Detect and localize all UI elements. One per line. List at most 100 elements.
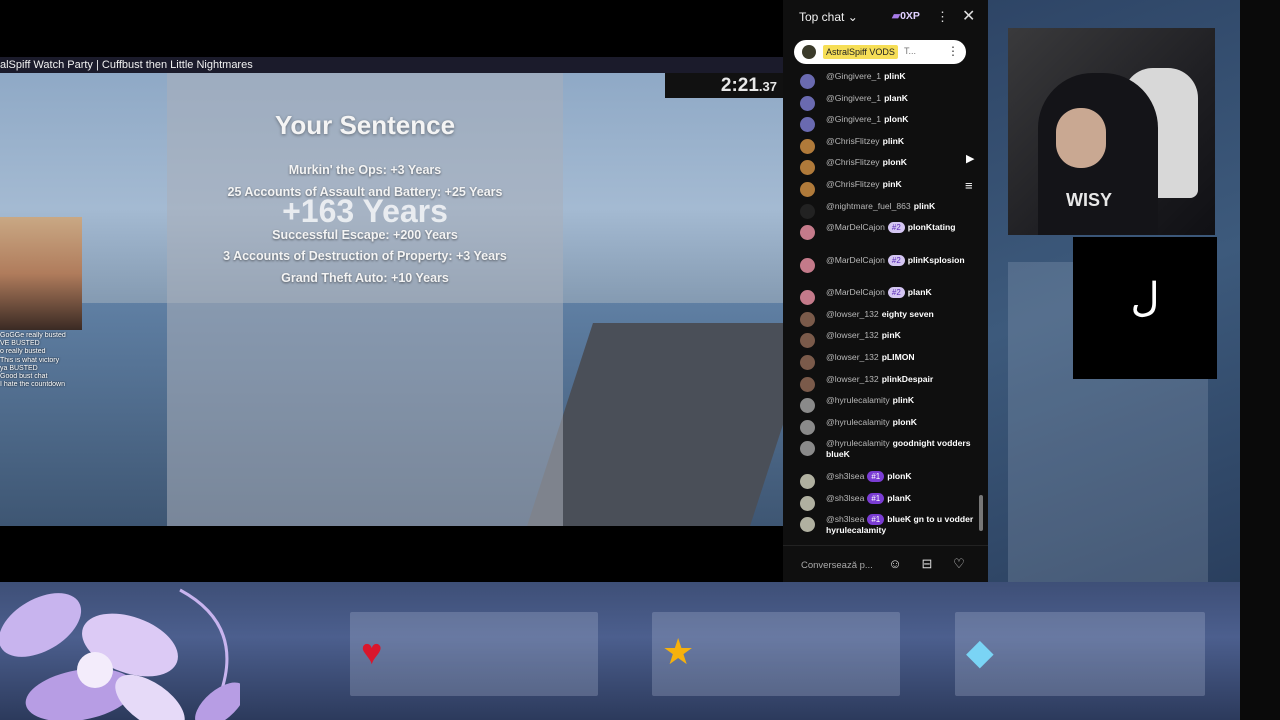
chat-author[interactable]: @lowser_132: [826, 330, 879, 340]
chat-author[interactable]: @hyrulecalamity: [826, 438, 890, 448]
rank-badge: #2: [887, 287, 905, 299]
chat-author[interactable]: @MarDelCajon: [826, 255, 885, 265]
chat-author[interactable]: @hyrulecalamity: [826, 417, 890, 427]
chat-message-text: @ChrisFlitzey plinK: [826, 136, 974, 147]
chat-body: plinkDespair: [881, 373, 934, 384]
chat-scrollbar[interactable]: [979, 495, 983, 531]
chat-body: plinKsplosion: [907, 254, 965, 265]
chat-body: planK: [884, 92, 908, 103]
avatar[interactable]: [800, 517, 815, 533]
chat-author[interactable]: @lowser_132: [826, 352, 879, 362]
emoji-icon[interactable]: ☺: [886, 555, 904, 573]
glyph-box: ل: [1073, 237, 1217, 379]
avatar[interactable]: [800, 182, 815, 197]
avatar[interactable]: [800, 203, 815, 219]
chat-input-area: ☺ ⊟ ♡: [783, 545, 988, 583]
chat-author[interactable]: @sh3lsea: [826, 514, 864, 524]
super-chat-icon[interactable]: ⊟: [918, 555, 936, 573]
chat-message-text: @ChrisFlitzey plonK: [826, 157, 974, 168]
chat-body: plonKtating: [907, 222, 956, 233]
avatar[interactable]: [800, 117, 815, 133]
chat-author[interactable]: @MarDelCajon: [826, 287, 885, 297]
chat-author[interactable]: @ChrisFlitzey: [826, 136, 880, 146]
chat-message-text: @Gingivere_1 plinK: [826, 71, 974, 82]
avatar[interactable]: [800, 419, 815, 435]
shirt-logo: WISY: [1066, 190, 1113, 210]
avatar[interactable]: [800, 311, 815, 327]
chat-message-text: @Gingivere_1 plonK: [826, 114, 974, 125]
chat-author[interactable]: @sh3lsea: [826, 493, 864, 503]
chat-message-text: @lowser_132 eighty seven: [826, 309, 974, 320]
chat-author[interactable]: @ChrisFlitzey: [826, 179, 880, 189]
overlay-chat-line: VE BUSTED: [0, 340, 40, 348]
avatar[interactable]: [800, 290, 815, 306]
avatar[interactable]: [800, 95, 815, 111]
overlay-chat-line: I hate the countdown: [0, 381, 65, 389]
sentence-line: Grand Theft Auto: +10 Years: [281, 270, 449, 285]
star-icon: ★: [662, 631, 695, 672]
chat-message-text: @sh3lsea #1 plonK: [826, 470, 974, 482]
chat-mode-label: Top chat: [799, 10, 845, 24]
avatar[interactable]: [800, 495, 815, 511]
sentence-line: Murkin' the Ops: +3 Years: [288, 163, 442, 177]
avatar[interactable]: [800, 138, 815, 154]
chat-author[interactable]: @hyrulecalamity: [826, 395, 890, 405]
chat-author[interactable]: @MarDelCajon: [826, 222, 885, 232]
chat-message-text: @nightmare_fuel_863 plinK: [826, 201, 974, 212]
chat-body: plonK: [882, 157, 907, 168]
timer-main: 2:21: [720, 75, 759, 96]
avatar[interactable]: [800, 355, 815, 370]
chat-message-text: @lowser_132 plinkDespair: [826, 374, 974, 385]
rank-badge: #1: [867, 514, 885, 526]
chat-author[interactable]: @Gingivere_1: [826, 114, 881, 124]
chat-body: eighty seven: [881, 308, 934, 319]
xp-badge[interactable]: ▰0XP: [892, 10, 920, 22]
chevron-down-icon: ⌄: [847, 10, 858, 24]
avatar[interactable]: [800, 398, 815, 414]
xp-value: 0XP: [900, 10, 920, 22]
close-icon[interactable]: ✕: [962, 6, 975, 26]
avatar[interactable]: [800, 441, 815, 457]
glyph-text: ل: [1130, 275, 1160, 321]
pinned-message[interactable]: AstralSpiff VODS T... ⋮: [794, 40, 966, 64]
chat-body: planK: [887, 492, 912, 503]
avatar[interactable]: [800, 160, 815, 176]
chat-author[interactable]: @Gingivere_1: [826, 71, 881, 81]
more-vert-icon[interactable]: ⋮: [947, 44, 959, 58]
chat-message-text: @ChrisFlitzey pinK: [826, 179, 974, 190]
chat-body: plonK: [892, 416, 917, 427]
chat-author[interactable]: @lowser_132: [826, 309, 879, 319]
sentence-title: Your Sentence: [274, 110, 456, 140]
sentence-line: 3 Accounts of Destruction of Property: +…: [223, 249, 507, 264]
avatar[interactable]: [800, 225, 815, 241]
flower-decoration: [0, 588, 240, 720]
chat-message-text: @lowser_132 pinK: [826, 330, 974, 341]
chat-mode-selector[interactable]: Top chat ⌄: [799, 10, 858, 24]
overlay-chat-line: This is what victory: [0, 356, 60, 364]
chat-body: plinK: [882, 135, 905, 146]
speedrun-timer: 2:21.37: [665, 73, 783, 98]
chat-author[interactable]: @ChrisFlitzey: [826, 157, 880, 167]
chat-author[interactable]: @lowser_132: [826, 374, 879, 384]
chat-message-text: @sh3lsea #1 blueK gn to u vodder hyrulecal…: [826, 514, 974, 536]
chat-author[interactable]: @Gingivere_1: [826, 93, 881, 103]
menu-icon[interactable]: ≡: [965, 178, 973, 193]
heart-icon: ♥: [361, 631, 383, 672]
stream-title: alSpiff Watch Party | Cuffbust then Litt…: [0, 57, 783, 73]
overlay-chat-line: GoGGe really busted: [0, 332, 66, 339]
avatar[interactable]: [800, 376, 815, 392]
chat-input[interactable]: [799, 555, 883, 575]
play-icon[interactable]: ▶: [966, 152, 974, 165]
chat-message-text: @lowser_132 pLIMON: [826, 352, 974, 363]
chat-author[interactable]: @sh3lsea: [826, 471, 864, 481]
avatar[interactable]: [800, 473, 815, 489]
avatar[interactable]: [800, 257, 815, 273]
chat-header: Top chat ⌄ ▰0XP ⋮ ✕: [783, 0, 988, 34]
avatar[interactable]: [800, 333, 815, 349]
more-vert-icon[interactable]: ⋮: [936, 9, 949, 25]
guest-facecam: WISY: [1008, 28, 1215, 235]
avatar[interactable]: [800, 74, 815, 89]
chat-author[interactable]: @nightmare_fuel_863: [826, 201, 911, 211]
heart-icon[interactable]: ♡: [950, 555, 968, 573]
chat-message-text: @Gingivere_1 planK: [826, 93, 974, 104]
